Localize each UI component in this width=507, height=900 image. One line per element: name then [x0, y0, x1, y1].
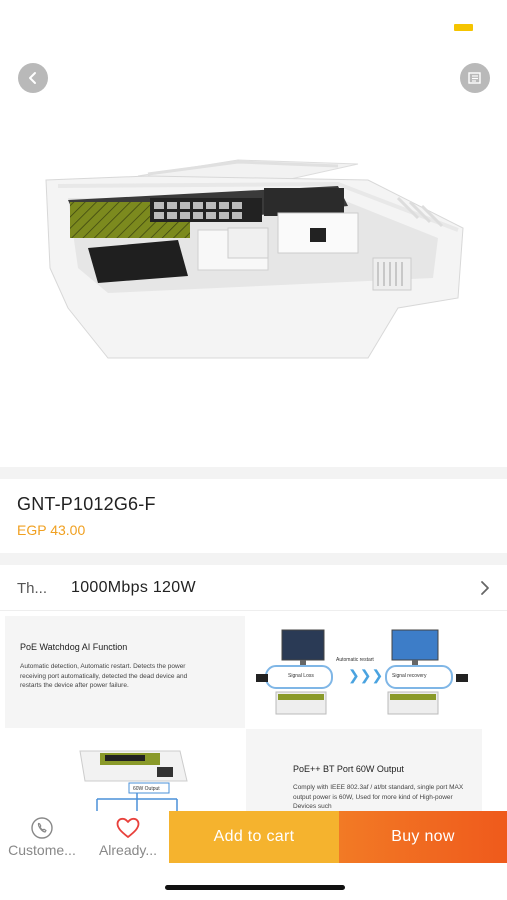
- chevron-right-icon[interactable]: [478, 579, 492, 597]
- watchdog-title: PoE Watchdog AI Function: [20, 642, 128, 652]
- product-image: [45, 159, 464, 359]
- section-divider: [0, 467, 507, 479]
- output-diagram-art: [79, 750, 188, 814]
- bt-port-title: PoE++ BT Port 60W Output: [293, 764, 404, 774]
- auto-restart-label: Automatic restart: [336, 657, 374, 663]
- share-button[interactable]: [460, 63, 490, 93]
- product-info-card: [0, 479, 507, 553]
- buy-now-button[interactable]: Buy now: [339, 811, 507, 863]
- product-title: GNT-P1012G6-F: [17, 494, 156, 514]
- watchdog-diagram-art: ❯❯❯: [256, 629, 468, 715]
- section-divider: [0, 553, 507, 565]
- heart-icon: [116, 817, 140, 838]
- output-label: 60W Output: [133, 786, 160, 792]
- signal-loss-label: Signal Loss: [288, 673, 314, 679]
- add-to-cart-button[interactable]: Add to cart: [169, 811, 339, 863]
- home-indicator: [165, 885, 345, 890]
- product-price: EGP 43.00: [17, 522, 86, 538]
- back-icon: [29, 72, 36, 84]
- back-button[interactable]: [18, 63, 48, 93]
- watchdog-text: Automatic detection, Automatic restart. …: [20, 663, 188, 689]
- customer-service-label: Custome...: [8, 842, 76, 858]
- battery-indicator: [454, 24, 473, 31]
- share-icon: [468, 72, 481, 84]
- variant-value: 1000Mbps 120W: [71, 579, 196, 596]
- customer-service-button[interactable]: Custome...: [0, 814, 84, 860]
- svg-text:❯❯❯: ❯❯❯: [348, 667, 383, 684]
- phone-icon: [31, 817, 53, 839]
- favorite-label: Already...: [98, 842, 158, 858]
- signal-recovery-label: Signal recovery: [392, 673, 427, 679]
- bt-port-text: Comply with IEEE 802.3af / at/bt standar…: [293, 784, 464, 810]
- favorite-button[interactable]: Already...: [86, 814, 170, 860]
- variant-label: Th...: [17, 580, 48, 597]
